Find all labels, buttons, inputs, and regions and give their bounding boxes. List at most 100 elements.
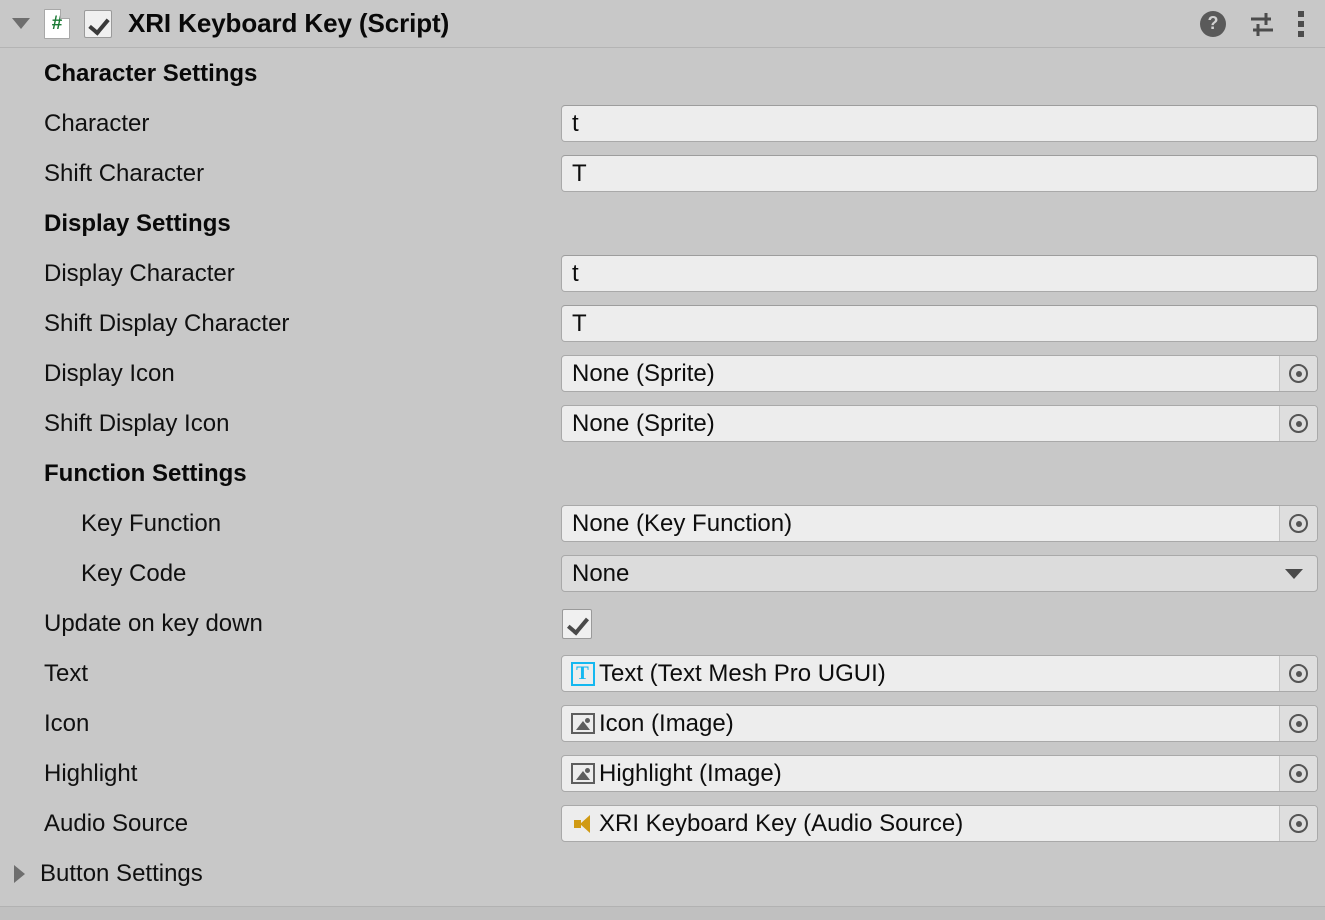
field-row-display-icon: Display Icon None (Sprite) <box>0 349 1325 399</box>
component-foldout-triangle-down-icon[interactable] <box>12 18 30 29</box>
object-picker-target-icon <box>1289 364 1308 383</box>
foldout-button-settings[interactable]: Button Settings <box>0 849 1325 899</box>
more-options-icon[interactable] <box>1298 11 1304 37</box>
object-picker-button[interactable] <box>1279 356 1317 391</box>
inspector-body: Character Settings Character t Shift Cha… <box>0 49 1325 899</box>
shift-character-input[interactable]: T <box>561 155 1318 192</box>
field-label-shift-display-icon: Shift Display Icon <box>0 410 229 438</box>
field-label-key-code: Key Code <box>0 560 186 588</box>
highlight-object-field[interactable]: Highlight (Image) <box>561 755 1318 792</box>
object-picker-target-icon <box>1289 814 1308 833</box>
field-row-character: Character t <box>0 99 1325 149</box>
object-picker-button[interactable] <box>1279 706 1317 741</box>
component-header: # XRI Keyboard Key (Script) ? <box>0 0 1325 48</box>
field-control-shift-character: T <box>561 155 1318 192</box>
help-icon[interactable]: ? <box>1200 11 1226 37</box>
object-picker-target-icon <box>1289 714 1308 733</box>
field-row-text: Text T Text (Text Mesh Pro UGUI) <box>0 649 1325 699</box>
csharp-script-icon: # <box>44 9 70 39</box>
field-label-icon: Icon <box>0 710 89 738</box>
section-title: Character Settings <box>0 60 257 88</box>
field-row-audio-source: Audio Source XRI Keyboard Key (Audio Sou… <box>0 799 1325 849</box>
inspector-bottom-strip <box>0 906 1325 920</box>
textmeshpro-icon-glyph: T <box>571 662 595 686</box>
update-on-key-down-checkbox[interactable] <box>562 609 592 639</box>
object-picker-target-icon <box>1289 664 1308 683</box>
object-picker-button[interactable] <box>1279 506 1317 541</box>
menu-dot <box>1298 31 1304 37</box>
chevron-down-icon <box>1285 569 1303 579</box>
field-label-display-character: Display Character <box>0 260 235 288</box>
key-function-object-field[interactable]: None (Key Function) <box>561 505 1318 542</box>
field-control-audio-source: XRI Keyboard Key (Audio Source) <box>561 805 1318 842</box>
display-icon-object-field[interactable]: None (Sprite) <box>561 355 1318 392</box>
help-icon-glyph: ? <box>1208 13 1219 34</box>
object-picker-target-icon <box>1289 414 1308 433</box>
field-label-update-on-key-down: Update on key down <box>0 610 263 638</box>
component-enabled-checkbox[interactable] <box>84 10 112 38</box>
audio-source-object-field[interactable]: XRI Keyboard Key (Audio Source) <box>561 805 1318 842</box>
field-label-text: Text <box>0 660 88 688</box>
triangle-right-icon[interactable] <box>14 865 25 883</box>
field-control-text: T Text (Text Mesh Pro UGUI) <box>561 655 1318 692</box>
object-picker-button[interactable] <box>1279 656 1317 691</box>
menu-dot <box>1298 11 1304 17</box>
page-title: XRI Keyboard Key (Script) <box>128 8 449 39</box>
field-label-shift-character: Shift Character <box>0 160 204 188</box>
section-title: Function Settings <box>0 460 247 488</box>
field-row-shift-character: Shift Character T <box>0 149 1325 199</box>
highlight-value: Highlight (Image) <box>599 760 782 788</box>
shift-display-icon-value: None (Sprite) <box>572 410 715 438</box>
preset-sliders-icon[interactable] <box>1248 11 1276 37</box>
icon-object-field[interactable]: Icon (Image) <box>561 705 1318 742</box>
header-tools: ? <box>1200 11 1325 37</box>
section-header-function-settings: Function Settings <box>0 449 1325 499</box>
image-component-icon <box>570 711 595 736</box>
icon-value: Icon (Image) <box>599 710 734 738</box>
field-control-shift-display-icon: None (Sprite) <box>561 405 1318 442</box>
display-icon-value: None (Sprite) <box>572 360 715 388</box>
field-row-update-on-key-down: Update on key down <box>0 599 1325 649</box>
textmeshpro-icon: T <box>570 661 595 686</box>
object-picker-target-icon <box>1289 514 1308 533</box>
key-function-value: None (Key Function) <box>572 510 792 538</box>
field-row-key-code: Key Code None <box>0 549 1325 599</box>
shift-display-icon-object-field[interactable]: None (Sprite) <box>561 405 1318 442</box>
menu-dot <box>1298 21 1304 27</box>
object-picker-button[interactable] <box>1279 756 1317 791</box>
display-character-input[interactable]: t <box>561 255 1318 292</box>
field-control-display-icon: None (Sprite) <box>561 355 1318 392</box>
section-header-character-settings: Character Settings <box>0 49 1325 99</box>
field-control-character: t <box>561 105 1318 142</box>
field-control-shift-display-character: T <box>561 305 1318 342</box>
object-picker-target-icon <box>1289 764 1308 783</box>
foldout-label-button-settings: Button Settings <box>0 860 203 888</box>
section-title: Display Settings <box>0 210 231 238</box>
audio-source-icon <box>570 811 595 836</box>
field-row-icon: Icon Icon (Image) <box>0 699 1325 749</box>
field-label-character: Character <box>0 110 149 138</box>
image-component-icon <box>570 761 595 786</box>
field-label-display-icon: Display Icon <box>0 360 175 388</box>
character-input[interactable]: t <box>561 105 1318 142</box>
object-picker-button[interactable] <box>1279 406 1317 441</box>
text-value: Text (Text Mesh Pro UGUI) <box>599 660 886 688</box>
field-control-display-character: t <box>561 255 1318 292</box>
field-row-display-character: Display Character t <box>0 249 1325 299</box>
field-control-highlight: Highlight (Image) <box>561 755 1318 792</box>
field-label-audio-source: Audio Source <box>0 810 188 838</box>
key-code-dropdown[interactable]: None <box>561 555 1318 592</box>
field-label-highlight: Highlight <box>0 760 137 788</box>
field-row-shift-display-icon: Shift Display Icon None (Sprite) <box>0 399 1325 449</box>
section-header-display-settings: Display Settings <box>0 199 1325 249</box>
text-object-field[interactable]: T Text (Text Mesh Pro UGUI) <box>561 655 1318 692</box>
field-control-icon: Icon (Image) <box>561 705 1318 742</box>
field-row-highlight: Highlight Highlight (Image) <box>0 749 1325 799</box>
shift-display-character-input[interactable]: T <box>561 305 1318 342</box>
field-row-shift-display-character: Shift Display Character T <box>0 299 1325 349</box>
object-picker-button[interactable] <box>1279 806 1317 841</box>
field-control-key-function: None (Key Function) <box>561 505 1318 542</box>
field-label-key-function: Key Function <box>0 510 221 538</box>
field-row-key-function: Key Function None (Key Function) <box>0 499 1325 549</box>
field-label-shift-display-character: Shift Display Character <box>0 310 289 338</box>
